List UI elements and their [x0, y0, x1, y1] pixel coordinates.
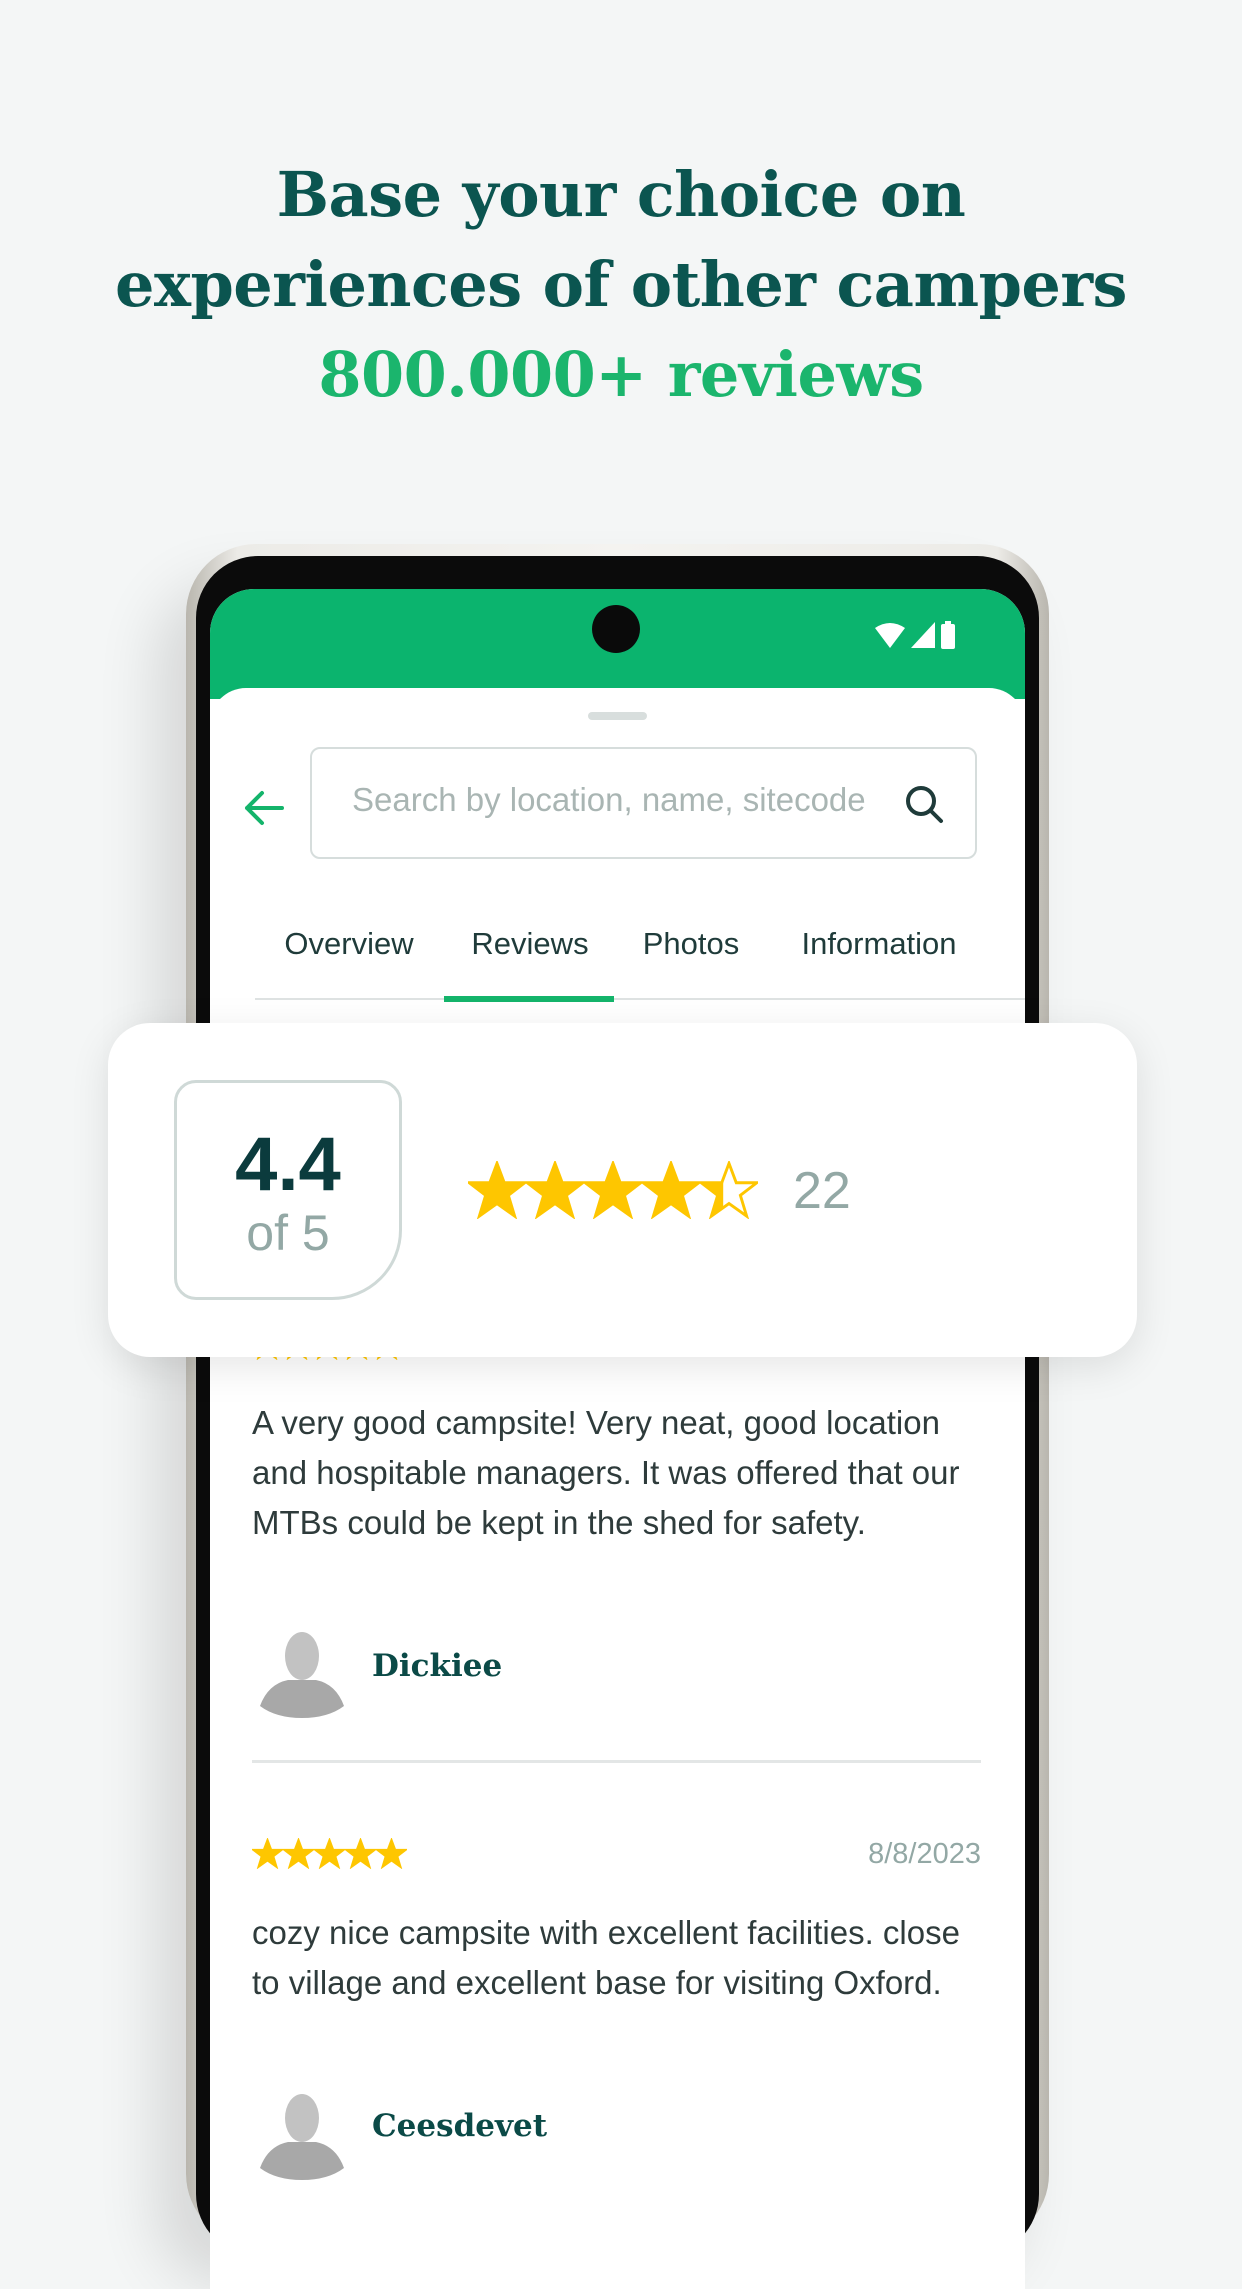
search-input[interactable]: Search by location, name, sitecode	[310, 747, 977, 859]
star-full-icon	[526, 1161, 584, 1219]
headline: Base your choice on experiences of other…	[0, 150, 1242, 420]
tab-overview[interactable]: Overview	[284, 926, 413, 962]
review-date: 8/8/2023	[868, 1838, 981, 1870]
rating-summary-card: 4.4 of 5 22	[108, 1023, 1137, 1357]
average-rating-stars	[468, 1161, 758, 1219]
star-full-icon	[252, 1838, 283, 1869]
score-box: 4.4 of 5	[174, 1080, 402, 1300]
score-scale: of 5	[246, 1205, 330, 1261]
review-count: 22	[793, 1162, 851, 1220]
tab-divider	[255, 998, 1025, 1000]
back-arrow-icon[interactable]	[242, 788, 292, 828]
status-icons	[875, 621, 955, 649]
camera-cutout	[592, 605, 640, 653]
headline-line-2: experiences of other campers	[115, 248, 1127, 321]
active-tab-indicator	[444, 996, 614, 1002]
star-full-icon	[468, 1161, 526, 1219]
search-placeholder: Search by location, name, sitecode	[352, 781, 866, 818]
headline-review-count: 800.000+ reviews	[318, 338, 924, 411]
tab-information[interactable]: Information	[801, 926, 956, 962]
phone-screen: Search by location, name, sitecode Overv…	[210, 589, 1025, 2289]
star-full-icon	[283, 1838, 314, 1869]
review-text: A very good campsite! Very neat, good lo…	[252, 1404, 960, 1541]
review-divider	[252, 1760, 981, 1763]
star-full-icon	[376, 1838, 407, 1869]
average-score: 4.4	[235, 1122, 341, 1207]
search-icon[interactable]	[903, 783, 945, 825]
avatar-icon	[260, 2094, 344, 2180]
bottom-sheet: Search by location, name, sitecode Overv…	[210, 688, 1025, 2289]
star-full-icon	[584, 1161, 642, 1219]
star-partial-icon	[700, 1161, 758, 1219]
status-bar	[210, 589, 1025, 699]
tab-reviews[interactable]: Reviews	[471, 926, 588, 962]
drag-handle[interactable]	[588, 712, 647, 720]
review-rating	[252, 1838, 407, 1869]
wifi-icon	[875, 623, 905, 648]
avatar-icon	[260, 1632, 344, 1718]
star-full-icon	[345, 1838, 376, 1869]
star-full-icon	[642, 1161, 700, 1219]
battery-icon	[941, 621, 955, 649]
headline-line-1: Base your choice on	[276, 158, 966, 231]
signal-icon	[911, 622, 935, 648]
review-text: cozy nice campsite with excellent facili…	[252, 1914, 960, 2001]
review-author[interactable]: Dickiee	[372, 1648, 502, 1684]
star-full-icon	[314, 1838, 345, 1869]
review-author[interactable]: Ceesdevet	[372, 2108, 547, 2144]
tab-photos[interactable]: Photos	[643, 926, 740, 962]
